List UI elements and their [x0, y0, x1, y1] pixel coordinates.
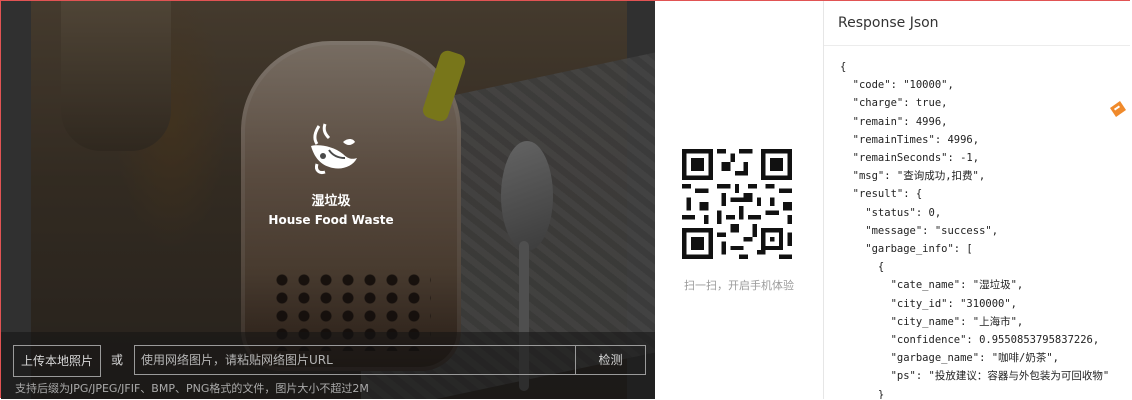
side-tag-icon[interactable]	[1106, 98, 1128, 120]
image-url-field	[134, 345, 576, 375]
classification-result: 湿垃圾 House Food Waste	[256, 116, 406, 227]
upload-tip: 支持后缀为JPG/JPEG/JFIF、BMP、PNG格式的文件，图片大小不超过2…	[15, 382, 369, 395]
response-json-panel: Response Json { "code": "10000", "charge…	[823, 1, 1130, 399]
response-json-title: Response Json	[824, 1, 1130, 46]
food-waste-icon	[311, 123, 357, 174]
category-name: 湿垃圾	[311, 194, 351, 209]
qr-caption: 扫一扫，开启手机体验	[684, 279, 794, 292]
category-name-en: House Food Waste	[268, 213, 394, 227]
or-label: 或	[111, 353, 124, 367]
detect-button[interactable]: 检测	[576, 345, 646, 375]
qr-code	[682, 149, 792, 259]
upload-bar: 上传本地照片 或 检测 支持后缀为JPG/JPEG/JFIF、BMP、PNG格式…	[1, 332, 655, 399]
upload-local-photo-button[interactable]: 上传本地照片	[13, 345, 101, 377]
response-json-content: { "code": "10000", "charge": true, "rema…	[840, 61, 1110, 399]
image-preview-panel: 湿垃圾 House Food Waste 上传本地照片 或 检测 支持后缀为JP…	[1, 1, 655, 399]
image-url-input[interactable]	[135, 346, 575, 374]
qr-area: 扫一扫，开启手机体验	[655, 1, 823, 399]
